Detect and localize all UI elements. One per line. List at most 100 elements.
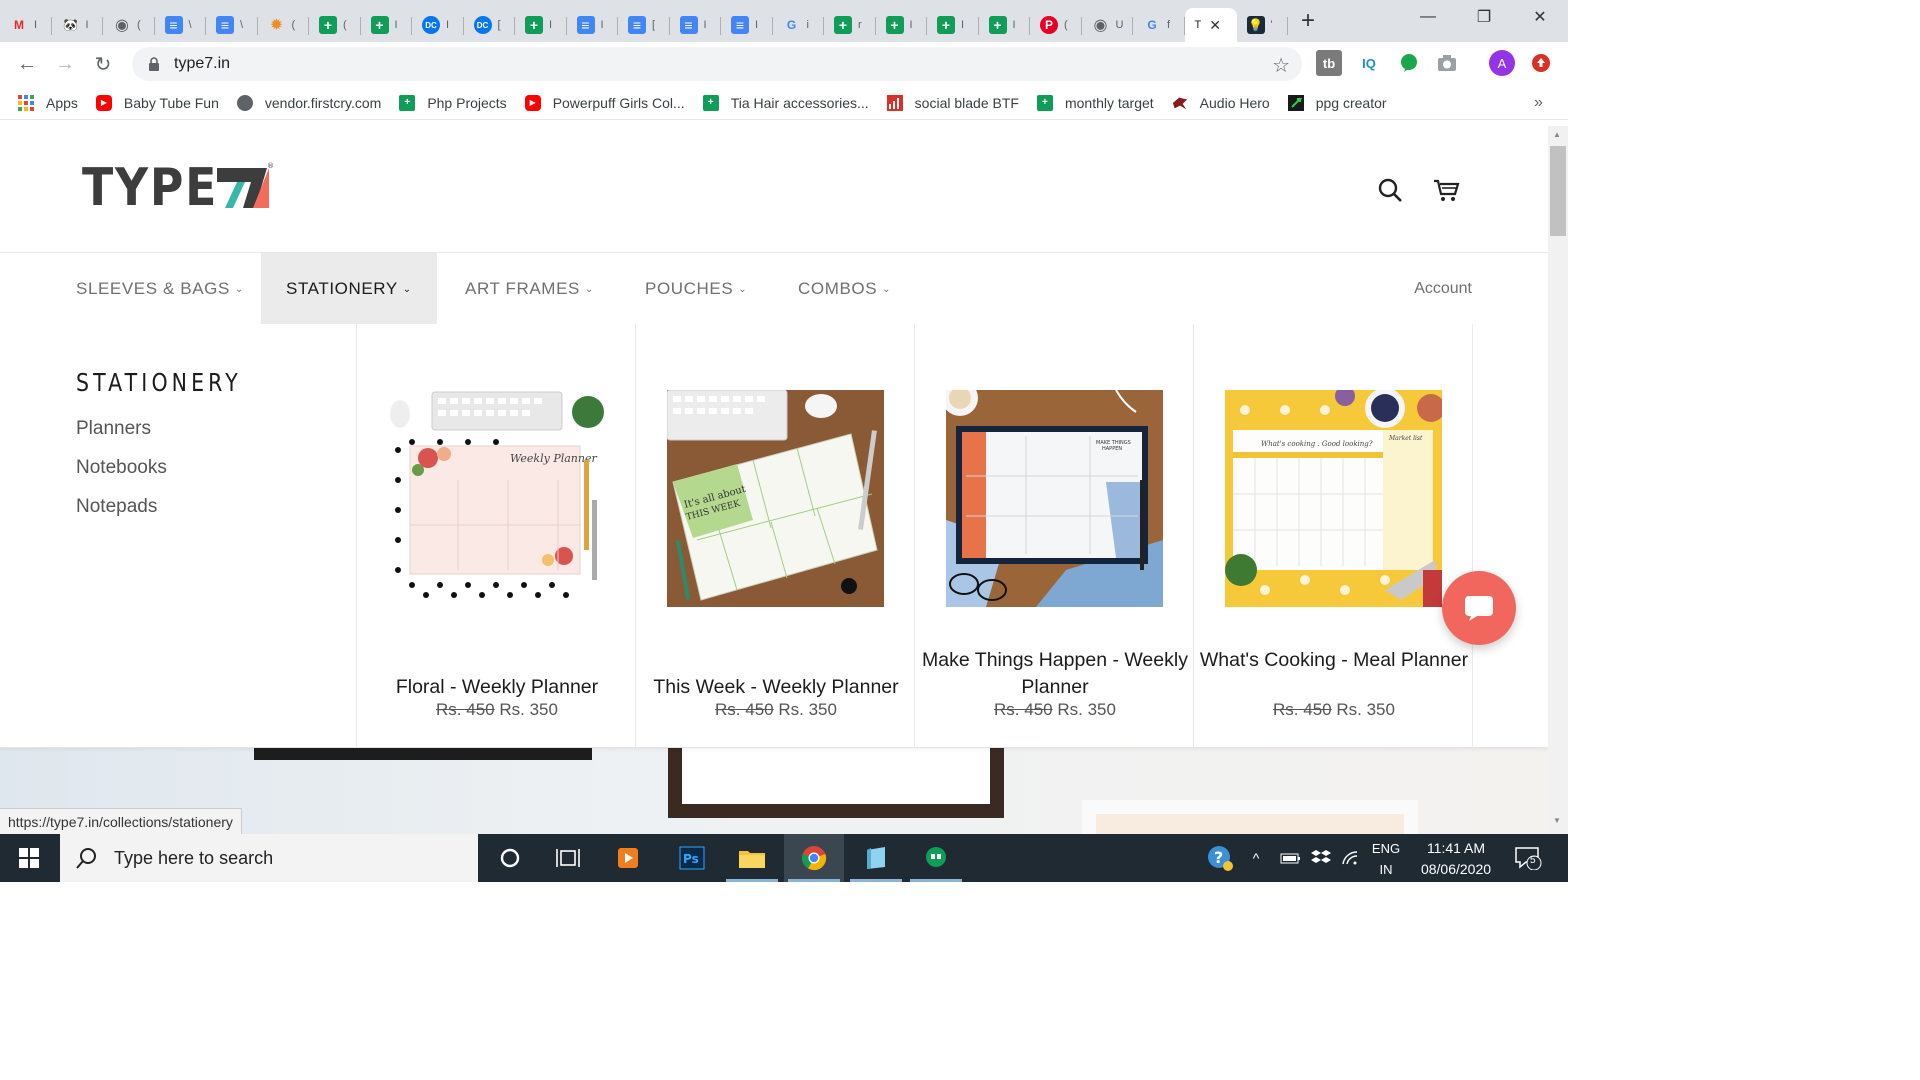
browser-tab[interactable]: ≡ \ (206, 8, 258, 42)
taskbar-app-file-explorer[interactable] (722, 834, 782, 882)
bookmark-item[interactable]: social blade BTF (886, 94, 1019, 111)
browser-tab[interactable]: + I (927, 8, 979, 42)
close-window-button[interactable]: ✕ (1512, 0, 1568, 34)
page-scrollbar[interactable]: ▲ ▼ (1548, 126, 1568, 834)
profile-avatar[interactable]: A (1489, 50, 1515, 76)
product-name[interactable]: What's Cooking - Meal Planner (1194, 647, 1474, 674)
scroll-down-arrow[interactable]: ▼ (1553, 816, 1561, 825)
bookmark-item[interactable]: Audio Hero (1172, 95, 1270, 111)
scroll-up-arrow[interactable]: ▲ (1553, 130, 1561, 139)
browser-tab[interactable]: + I (515, 8, 567, 42)
cart-icon[interactable] (1432, 176, 1460, 204)
cortana-button[interactable] (480, 834, 540, 882)
address-bar[interactable]: type7.in ☆ (132, 47, 1302, 81)
show-hidden-icons-chevron[interactable]: ^ (1244, 834, 1268, 882)
nav-sleeves-bags[interactable]: SLEEVES & BAGS ⌄ (76, 253, 254, 325)
bookmark-item[interactable]: ▶ Baby Tube Fun (95, 94, 219, 111)
bookmark-item[interactable]: ▶ Powerpuff Girls Col... (524, 94, 685, 111)
reload-button[interactable]: ↻ (84, 42, 122, 86)
product-card[interactable]: It's all about THIS WEEK This Week - Wee… (635, 324, 915, 748)
chat-widget-button[interactable] (1442, 571, 1516, 645)
browser-tab[interactable]: + I (876, 8, 928, 42)
browser-tab[interactable]: MI (0, 8, 52, 42)
taskbar-app-notepad[interactable] (846, 834, 906, 882)
windows-start-button[interactable] (0, 834, 58, 882)
dropbox-icon[interactable] (1306, 834, 1336, 882)
bookmark-star-icon[interactable]: ☆ (1272, 53, 1290, 78)
browser-tab[interactable]: ≡ I (721, 8, 773, 42)
update-icon[interactable] (1528, 50, 1554, 76)
help-tray-icon[interactable]: ? (1200, 834, 1240, 882)
browser-tab[interactable]: ≡[ (618, 8, 670, 42)
product-card[interactable]: MAKE THINGS HAPPEN Make Things Happen - … (914, 324, 1194, 748)
bookmark-item[interactable]: ppg creator (1287, 94, 1387, 111)
camera-extension-icon[interactable] (1434, 50, 1460, 76)
taskbar-app-chrome[interactable] (784, 834, 844, 882)
iq-extension-icon[interactable]: IQ (1356, 50, 1382, 76)
bookmark-item[interactable]: + Php Projects (399, 94, 507, 111)
system-clock[interactable]: 11:41 AM 08/06/2020 (1408, 838, 1504, 880)
browser-tab[interactable]: ≡ \ (155, 8, 207, 42)
link-planners[interactable]: Planners (76, 418, 151, 440)
product-name[interactable]: Make Things Happen - Weekly Planner (915, 647, 1195, 701)
scrollbar-thumb[interactable] (1550, 146, 1566, 236)
green-chat-extension-icon[interactable] (1396, 50, 1422, 76)
task-view-button[interactable] (538, 834, 598, 882)
bookmark-item[interactable]: + monthly target (1036, 94, 1154, 111)
wifi-icon[interactable] (1336, 834, 1366, 882)
product-image[interactable]: Weekly Planner (388, 390, 605, 607)
taskbar-app-video-player[interactable] (598, 834, 658, 882)
browser-tab[interactable]: ≡ I (567, 8, 619, 42)
taskbar-app-hangouts[interactable] (906, 834, 966, 882)
nav-art-frames[interactable]: ART FRAMES ⌄ (465, 253, 594, 325)
product-card[interactable]: What's cooking . Good looking? Market li… (1193, 324, 1473, 748)
type7-logo[interactable]: TYPE ® (82, 158, 273, 218)
nav-combos[interactable]: COMBOS ⌄ (798, 253, 891, 325)
bookmark-item[interactable]: vendor.firstcry.com (236, 94, 381, 111)
input-language-indicator[interactable]: ENG IN (1368, 838, 1404, 880)
back-button[interactable]: ← (8, 42, 46, 86)
account-link[interactable]: Account (1414, 253, 1472, 325)
product-image[interactable]: It's all about THIS WEEK (667, 390, 884, 607)
product-name[interactable]: Floral - Weekly Planner (357, 674, 637, 701)
browser-tab[interactable]: ✹( (258, 8, 310, 42)
browser-tab[interactable]: Gf (1133, 8, 1185, 42)
product-card[interactable]: Weekly Planner Floral - Weekly Planner R… (356, 324, 636, 748)
bookmark-item[interactable]: + Tia Hair accessories... (702, 94, 869, 111)
tubebuddy-extension-icon[interactable]: tb (1316, 50, 1342, 76)
browser-tab[interactable]: + r (824, 8, 876, 42)
browser-tab-active[interactable]: T ✕ (1184, 8, 1237, 42)
browser-tab[interactable]: 💡 ' (1237, 8, 1289, 42)
browser-tab[interactable]: DC [ (464, 8, 516, 42)
browser-tab[interactable]: ≡ I (670, 8, 722, 42)
link-notebooks[interactable]: Notebooks (76, 457, 167, 479)
nav-stationery[interactable]: STATIONERY ⌄ (261, 253, 437, 325)
taskbar-search-box[interactable]: Type here to search (60, 834, 478, 882)
close-tab-icon[interactable]: ✕ (1209, 17, 1221, 34)
taskbar-app-photoshop[interactable]: Ps (662, 834, 722, 882)
link-notepads[interactable]: Notepads (76, 496, 157, 518)
product-image[interactable]: MAKE THINGS HAPPEN (946, 390, 1163, 607)
new-tab-button[interactable]: + (1288, 0, 1328, 42)
battery-icon[interactable] (1276, 834, 1306, 882)
browser-tab[interactable]: DC I (412, 8, 464, 42)
browser-tab[interactable]: Gi (773, 8, 825, 42)
browser-tab[interactable]: +( (309, 8, 361, 42)
browser-tab[interactable]: 🐼 I (52, 8, 104, 42)
search-icon[interactable] (1376, 176, 1404, 204)
browser-tab[interactable]: ◉ U (1082, 8, 1134, 42)
browser-tab[interactable]: + I (979, 8, 1031, 42)
forward-button[interactable]: → (46, 42, 84, 86)
windows-logo-icon (19, 848, 39, 868)
product-name[interactable]: This Week - Weekly Planner (636, 674, 916, 701)
browser-tab[interactable]: + I (361, 8, 413, 42)
bookmark-item[interactable]: Apps (18, 94, 78, 111)
nav-pouches[interactable]: POUCHES ⌄ (645, 253, 747, 325)
bookmarks-overflow-button[interactable]: » (1534, 94, 1546, 112)
browser-tab[interactable]: ◉( (103, 8, 155, 42)
minimize-button[interactable]: — (1400, 0, 1456, 34)
browser-tab[interactable]: P( (1030, 8, 1082, 42)
action-center-button[interactable]: 5 (1514, 846, 1542, 871)
restore-button[interactable]: ❐ (1456, 0, 1512, 34)
product-image[interactable]: What's cooking . Good looking? Market li… (1225, 390, 1442, 607)
